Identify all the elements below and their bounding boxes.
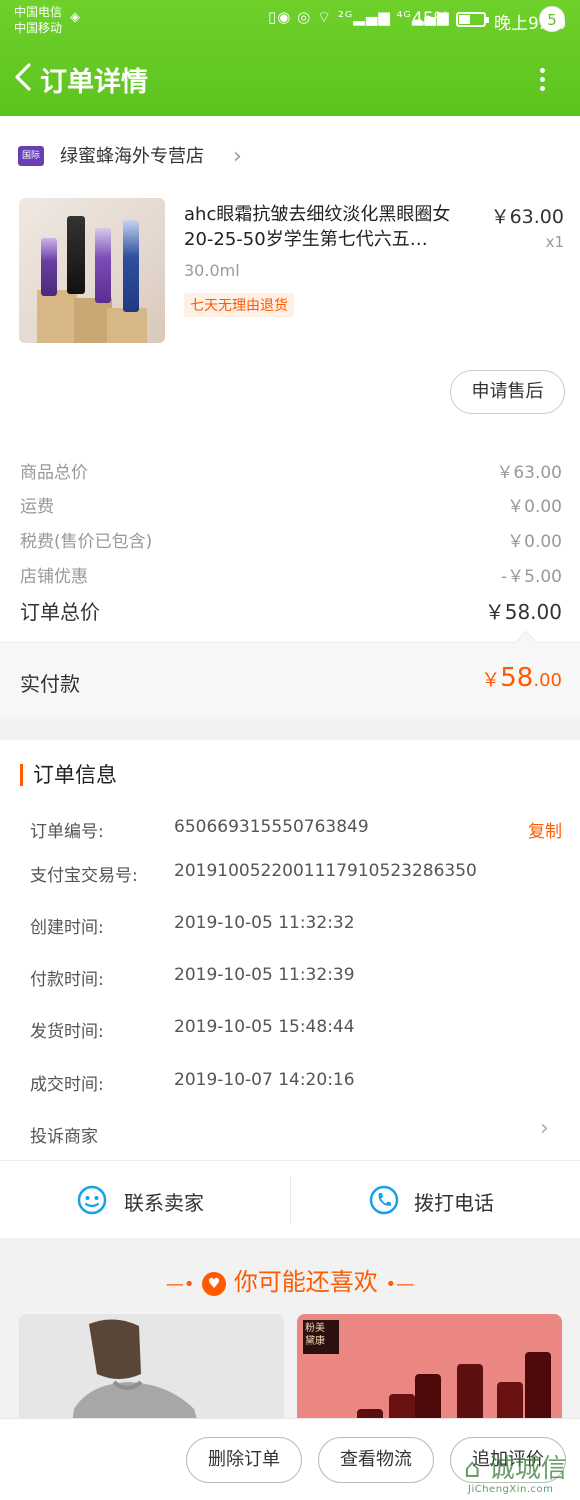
return-policy-tag: 七天无理由退货 <box>184 293 294 317</box>
info-row-completed: 成交时间: 2019-10-07 14:20:16 <box>30 1070 562 1096</box>
paid-value: ￥58.00 <box>481 663 562 693</box>
page-title: 订单详情 <box>40 67 148 98</box>
info-row-paid: 付款时间: 2019-10-05 11:32:39 <box>30 965 562 991</box>
battery-percent: 45% <box>412 9 450 29</box>
fee-row: 运费 ￥0.00 <box>20 492 562 518</box>
fee-label: 商品总价 <box>20 463 88 483</box>
status-bar: 中国电信 中国移动 ◈ ▯◉ ◎ ⌔ ²ᴳ▂▄▆ ⁴ᴳ▂▄▆ 45% 晚上9:1… <box>0 0 580 40</box>
brand-logo-text: 粉美 黛康 <box>305 1323 325 1347</box>
back-arrow-icon[interactable] <box>12 62 34 92</box>
info-row-order-number: 订单编号: 650669315550763849 复制 <box>30 817 562 843</box>
fee-row: 商品总价 ￥63.00 <box>20 458 562 484</box>
carrier-1: 中国电信 <box>14 5 63 19</box>
product-title[interactable]: ahc眼霜抗皱去细纹淡化黑眼圈女20-25-50岁学生第七代六五… <box>184 202 479 252</box>
call-phone-button[interactable]: 拨打电话 <box>290 1161 580 1239</box>
info-key: 成交时间: <box>30 1075 104 1095</box>
info-key: 订单编号: <box>30 822 104 842</box>
fee-label: 店铺优惠 <box>20 567 88 587</box>
more-menu-icon[interactable] <box>532 68 552 98</box>
shop-badge-icon: 国际 <box>18 146 44 166</box>
order-info-section: 订单信息 订单编号: 650669315550763849 复制 支付宝交易号:… <box>0 740 580 1160</box>
fee-label: 运费 <box>20 497 54 517</box>
contact-seller-label: 联系卖家 <box>124 1191 204 1215</box>
view-logistics-button[interactable]: 查看物流 <box>318 1437 434 1483</box>
watermark-sub: JiChengXin.com <box>468 1484 554 1495</box>
fee-value: ￥0.00 <box>507 497 562 517</box>
info-key: 支付宝交易号: <box>30 866 138 886</box>
info-value: 2019-10-05 11:32:32 <box>174 913 355 933</box>
product-image[interactable] <box>19 198 165 343</box>
fee-label: 税费(售价已包含) <box>20 532 153 552</box>
header: 中国电信 中国移动 ◈ ▯◉ ◎ ⌔ ²ᴳ▂▄▆ ⁴ᴳ▂▄▆ 45% 晚上9:1… <box>0 0 580 116</box>
info-value: 2019-10-05 11:32:39 <box>174 965 355 985</box>
info-value: 2019100522001117910523286350 <box>174 861 477 881</box>
heart-icon: ♥ <box>202 1272 227 1296</box>
product-quantity: x1 <box>545 233 564 251</box>
info-row-created: 创建时间: 2019-10-05 11:32:32 <box>30 913 562 939</box>
fee-value: ￥63.00 <box>496 463 562 483</box>
info-key: 发货时间: <box>30 1022 104 1042</box>
section-title: 订单信息 <box>20 764 117 786</box>
order-total-value: ￥58.00 <box>484 600 562 624</box>
info-row-alipay: 支付宝交易号: 2019100522001117910523286350 <box>30 861 562 887</box>
contact-bar: 联系卖家 拨打电话 <box>0 1160 580 1238</box>
call-phone-label: 拨打电话 <box>414 1191 494 1215</box>
battery-icon <box>456 12 489 27</box>
chevron-right-icon: › <box>233 144 242 169</box>
after-sale-button[interactable]: 申请售后 <box>450 370 565 414</box>
paid-amount-row: 实付款 ￥58.00 <box>0 630 580 719</box>
watermark-main: ⌂ 诚城信 <box>464 1454 567 1484</box>
product-price: ￥63.00 <box>490 206 564 228</box>
carrier-info: 中国电信 中国移动 <box>14 4 62 36</box>
info-value: 650669315550763849 <box>174 817 369 837</box>
shop-name: 绿蜜蜂海外专营店 <box>60 146 204 167</box>
recommend-title: —• ♥ 你可能还喜欢 •— <box>165 1268 415 1296</box>
fee-row: 店铺优惠 -￥5.00 <box>20 562 562 588</box>
fee-value: ￥0.00 <box>507 532 562 552</box>
copy-button[interactable]: 复制 <box>528 817 562 842</box>
notification-badge: 5 <box>539 6 565 32</box>
paid-label: 实付款 <box>20 672 80 696</box>
order-item-card: 国际 绿蜜蜂海外专营店 › ahc眼霜抗皱去细纹淡化黑眼圈女20-25-50岁学… <box>0 116 580 719</box>
product-spec: 30.0ml <box>184 261 240 280</box>
complain-seller-link[interactable]: 投诉商家 <box>30 1122 98 1147</box>
info-key: 付款时间: <box>30 970 104 990</box>
layers-icon: ◈ <box>70 10 80 25</box>
order-total-label: 订单总价 <box>20 600 100 624</box>
info-row-shipped: 发货时间: 2019-10-05 15:48:44 <box>30 1017 562 1043</box>
carrier-2: 中国移动 <box>14 21 63 35</box>
info-value: 2019-10-05 15:48:44 <box>174 1017 355 1037</box>
fee-row: 税费(售价已包含) ￥0.00 <box>20 527 562 553</box>
chat-face-icon <box>77 1185 107 1215</box>
info-key: 创建时间: <box>30 918 104 938</box>
watermark-logo: ⌂ 诚城信 JiChengXin.com <box>462 1448 576 1498</box>
contact-seller-button[interactable]: 联系卖家 <box>0 1161 290 1239</box>
phone-icon <box>369 1185 399 1215</box>
chevron-right-icon[interactable]: › <box>540 1116 549 1141</box>
fee-value: -￥5.00 <box>501 567 562 587</box>
info-value: 2019-10-07 14:20:16 <box>174 1070 355 1090</box>
delete-order-button[interactable]: 删除订单 <box>186 1437 302 1483</box>
nav-bar: 订单详情 <box>0 40 580 116</box>
